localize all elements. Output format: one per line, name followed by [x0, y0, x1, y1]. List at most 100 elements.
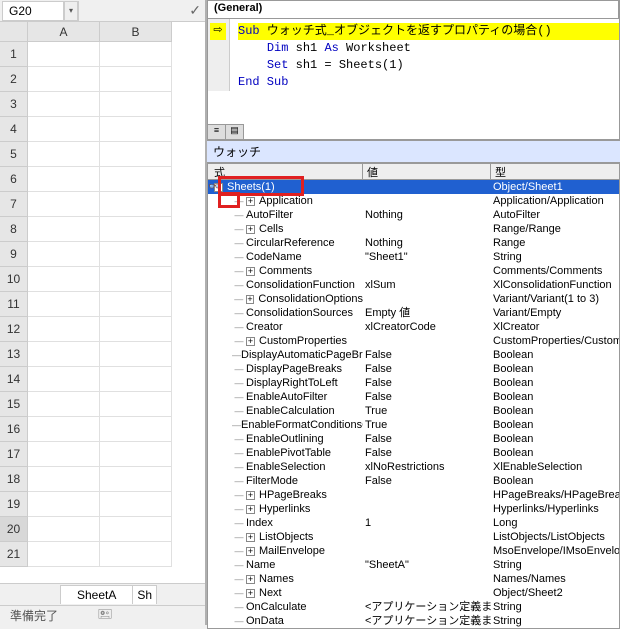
cell-A16[interactable]	[28, 417, 100, 442]
row-header-5[interactable]: 5	[0, 142, 28, 167]
row-header-14[interactable]: 14	[0, 367, 28, 392]
column-header-b[interactable]: B	[100, 22, 172, 42]
sheet-tab-sheeta[interactable]: SheetA	[60, 585, 133, 604]
expand-icon[interactable]: +	[246, 491, 255, 500]
watch-row[interactable]: —OnData<アプリケーション定義またはオブジェクト定義のエラーです。>Str…	[208, 614, 619, 628]
cell-B16[interactable]	[100, 417, 172, 442]
cell-B8[interactable]	[100, 217, 172, 242]
cell-A8[interactable]	[28, 217, 100, 242]
watch-row[interactable]: —Index1Long	[208, 516, 619, 530]
row-header-17[interactable]: 17	[0, 442, 28, 467]
cell-A7[interactable]	[28, 192, 100, 217]
expand-icon[interactable]: +	[246, 225, 255, 234]
expand-icon[interactable]: +	[246, 337, 255, 346]
watch-row[interactable]: —FilterModeFalseBoolean	[208, 474, 619, 488]
cell-B14[interactable]	[100, 367, 172, 392]
watch-row[interactable]: —EnableOutliningFalseBoolean	[208, 432, 619, 446]
expand-icon[interactable]: +	[246, 267, 255, 276]
watch-row[interactable]: —ConsolidationFunctionxlSumXlConsolidati…	[208, 278, 619, 292]
watch-row[interactable]: —+ListObjectsListObjects/ListObjects	[208, 530, 619, 544]
row-header-12[interactable]: 12	[0, 317, 28, 342]
code-line[interactable]: End Sub	[238, 74, 619, 91]
cell-A13[interactable]	[28, 342, 100, 367]
expand-icon[interactable]: +	[246, 295, 255, 304]
expand-icon[interactable]: +	[246, 533, 255, 542]
cell-A5[interactable]	[28, 142, 100, 167]
worksheet-grid[interactable]: AB 123456789101112131415161718192021	[0, 22, 205, 582]
procedure-view-button[interactable]: ≡	[208, 125, 226, 139]
row-header-15[interactable]: 15	[0, 392, 28, 417]
cell-B11[interactable]	[100, 292, 172, 317]
cell-A21[interactable]	[28, 542, 100, 567]
select-all-corner[interactable]	[0, 22, 28, 42]
full-module-view-button[interactable]: ▤	[226, 125, 244, 139]
row-header-13[interactable]: 13	[0, 342, 28, 367]
watch-row[interactable]: —EnableCalculationTrueBoolean	[208, 404, 619, 418]
row-header-8[interactable]: 8	[0, 217, 28, 242]
watch-row[interactable]: —CreatorxlCreatorCodeXlCreator	[208, 320, 619, 334]
cell-A3[interactable]	[28, 92, 100, 117]
cell-B10[interactable]	[100, 267, 172, 292]
cell-A1[interactable]	[28, 42, 100, 67]
watch-row[interactable]: —+CellsRange/Range	[208, 222, 619, 236]
row-header-21[interactable]: 21	[0, 542, 28, 567]
watch-row[interactable]: —+NextObject/Sheet2	[208, 586, 619, 600]
row-header-7[interactable]: 7	[0, 192, 28, 217]
cell-B13[interactable]	[100, 342, 172, 367]
watch-row[interactable]: —EnableFormatConditionsCalculationTrueBo…	[208, 418, 619, 432]
sheet-tab-partial[interactable]: Sh	[133, 585, 157, 604]
cell-A20[interactable]	[28, 517, 100, 542]
code-object-dropdown[interactable]: (General)	[208, 1, 619, 18]
watch-row[interactable]: —+ConsolidationOptionsVariant/Variant(1 …	[208, 292, 619, 306]
cell-A12[interactable]	[28, 317, 100, 342]
cell-B18[interactable]	[100, 467, 172, 492]
watch-row[interactable]: —CodeName"Sheet1"String	[208, 250, 619, 264]
row-header-4[interactable]: 4	[0, 117, 28, 142]
cell-A17[interactable]	[28, 442, 100, 467]
row-header-10[interactable]: 10	[0, 267, 28, 292]
cell-A14[interactable]	[28, 367, 100, 392]
watch-row[interactable]: —DisplayAutomaticPageBreaksFalseBoolean	[208, 348, 619, 362]
cell-A9[interactable]	[28, 242, 100, 267]
cell-A18[interactable]	[28, 467, 100, 492]
watch-row[interactable]: —EnablePivotTableFalseBoolean	[208, 446, 619, 460]
formula-bar[interactable]	[78, 1, 205, 21]
cell-A11[interactable]	[28, 292, 100, 317]
watch-row[interactable]: -Sheets(1)Object/Sheet1	[208, 180, 619, 194]
watch-row[interactable]: —ConsolidationSourcesEmpty 値Variant/Empt…	[208, 306, 619, 320]
cell-B17[interactable]	[100, 442, 172, 467]
cell-A15[interactable]	[28, 392, 100, 417]
cell-B21[interactable]	[100, 542, 172, 567]
row-header-19[interactable]: 19	[0, 492, 28, 517]
expand-icon[interactable]: +	[246, 575, 255, 584]
watch-header-type[interactable]: 型	[491, 164, 619, 179]
name-box-dropdown[interactable]: ▾	[64, 1, 78, 21]
watch-row[interactable]: —EnableSelectionxlNoRestrictionsXlEnable…	[208, 460, 619, 474]
expand-icon[interactable]: +	[246, 589, 255, 598]
cell-B6[interactable]	[100, 167, 172, 192]
watch-header-expr[interactable]: 式	[208, 164, 363, 179]
expand-icon[interactable]: +	[246, 197, 255, 206]
row-header-3[interactable]: 3	[0, 92, 28, 117]
watch-row[interactable]: —+CustomPropertiesCustomProperties/Custo…	[208, 334, 619, 348]
watch-row[interactable]: —AutoFilterNothingAutoFilter	[208, 208, 619, 222]
watch-row[interactable]: —EnableAutoFilterFalseBoolean	[208, 390, 619, 404]
row-header-18[interactable]: 18	[0, 467, 28, 492]
watch-row[interactable]: —+ApplicationApplication/Application	[208, 194, 619, 208]
watch-row[interactable]: —+MailEnvelopeMsoEnvelope/IMsoEnvelope	[208, 544, 619, 558]
code-line[interactable]: Dim sh1 As Worksheet	[238, 40, 619, 57]
row-header-6[interactable]: 6	[0, 167, 28, 192]
column-header-a[interactable]: A	[28, 22, 100, 42]
code-line[interactable]: Sub ウォッチ式_オブジェクトを返すプロパティの場合()	[238, 23, 619, 40]
macro-record-icon[interactable]: 🖭	[98, 605, 112, 626]
cell-A6[interactable]	[28, 167, 100, 192]
cell-A10[interactable]	[28, 267, 100, 292]
row-header-11[interactable]: 11	[0, 292, 28, 317]
cell-B2[interactable]	[100, 67, 172, 92]
watch-row[interactable]: —Name"SheetA"String	[208, 558, 619, 572]
expand-icon[interactable]: +	[246, 505, 255, 514]
row-header-20[interactable]: 20	[0, 517, 28, 542]
row-header-16[interactable]: 16	[0, 417, 28, 442]
watch-row[interactable]: —+NamesNames/Names	[208, 572, 619, 586]
cell-A4[interactable]	[28, 117, 100, 142]
